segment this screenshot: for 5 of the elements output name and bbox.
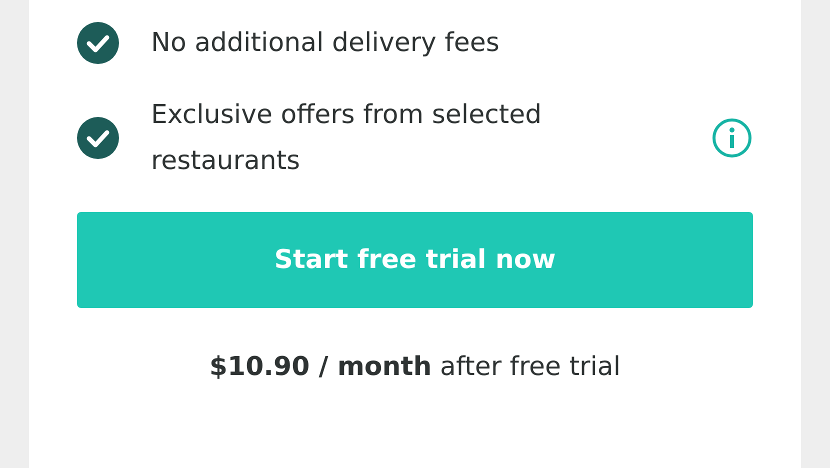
feature-text: Exclusive offers from selected restaurants (151, 99, 543, 178)
price-note: $10.90 / month after free trial (208, 351, 622, 384)
start-trial-button[interactable]: Start free trial now (77, 212, 753, 308)
info-icon[interactable] (711, 117, 753, 159)
feature-text: No additional delivery fees (151, 27, 500, 60)
